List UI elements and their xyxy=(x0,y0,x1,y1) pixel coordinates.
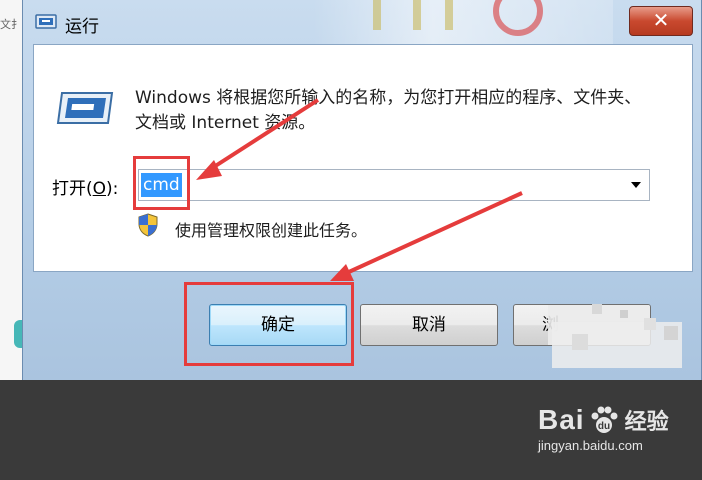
dialog-description: Windows 将根据您所输入的名称，为您打开相应的程序、文件夹、文档或 Int… xyxy=(135,88,642,133)
watermark-brand: Bai xyxy=(538,404,585,435)
baidu-jingyan-watermark: Bai du 经验 jingyan.baidu.com xyxy=(538,404,669,453)
open-label: 打开(O): xyxy=(52,179,119,199)
watermark-product: 经验 xyxy=(624,410,669,435)
background-text-fragment: 文扌 xyxy=(0,18,22,31)
close-icon: ✕ xyxy=(652,8,670,32)
close-button[interactable]: ✕ xyxy=(629,6,693,36)
svg-text:du: du xyxy=(597,421,609,432)
open-combobox[interactable]: cmd xyxy=(138,169,650,201)
dialog-content: Windows 将根据您所输入的名称，为您打开相应的程序、文件夹、文档或 Int… xyxy=(33,44,693,272)
admin-privilege-note: 使用管理权限创建此任务。 xyxy=(175,221,368,240)
paw-icon: du xyxy=(591,406,618,433)
cancel-button[interactable]: 取消 xyxy=(360,304,498,346)
highlight-box-input xyxy=(133,156,190,210)
highlight-box-ok xyxy=(184,282,354,366)
run-program-icon xyxy=(56,92,114,124)
uac-shield-icon xyxy=(138,213,158,237)
watermark-url: jingyan.baidu.com xyxy=(538,438,643,453)
title-bar[interactable]: 运行 ✕ xyxy=(23,0,701,44)
wallpaper-decoration xyxy=(313,0,613,44)
blur-noise xyxy=(552,304,682,368)
run-icon xyxy=(35,14,57,29)
chevron-down-icon[interactable] xyxy=(631,182,641,188)
background-page-fragment: 文扌 xyxy=(0,0,24,380)
window-title: 运行 xyxy=(65,17,99,37)
